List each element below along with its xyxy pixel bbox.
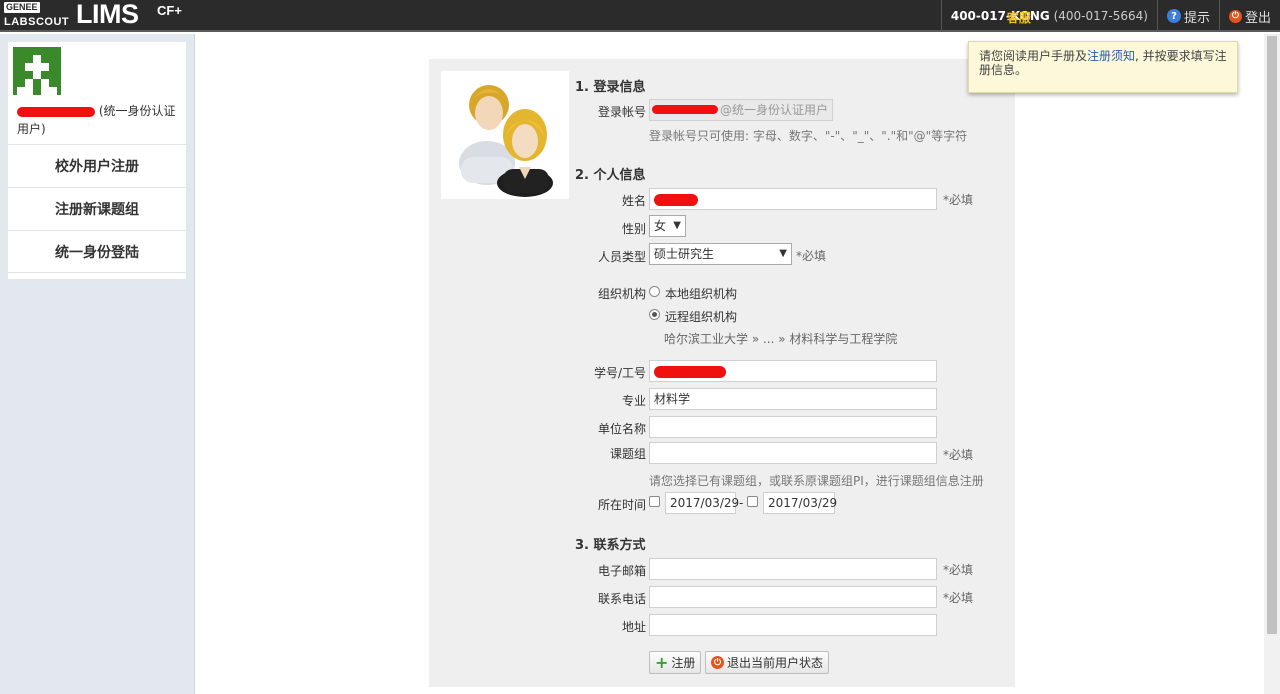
section-login-title: 1. 登录信息 [575,80,646,95]
section-personal-title: 2. 个人信息 [575,168,646,183]
user-illustration [441,71,569,199]
notice-tooltip: 请您阅读用户手册及注册须知, 并按要求填写注册信息。 [968,41,1238,93]
gender-value: 女 [654,219,667,233]
unit-label: 单位名称 [597,422,646,436]
help-label: 提示 [1183,10,1210,26]
section-contact-title: 3. 联系方式 [575,538,646,553]
phone-label: 联系电话 [597,592,646,606]
logout-label: 登出 [1244,10,1271,26]
sidebar-item-unified-login[interactable]: 统一身份登陆 [8,230,186,273]
hotline: 客服 400-017-KONG (400-017-5664) [942,9,1157,25]
org-remote-radio[interactable] [649,309,660,320]
email-label: 电子邮箱 [597,564,646,578]
address-input[interactable] [649,614,937,636]
avatar[interactable] [13,47,61,95]
major-label: 专业 [621,394,646,408]
redacted-name [654,194,698,206]
hotline-label: 客服 [1006,11,1031,25]
logo-lims-text: LIMS [76,0,139,29]
time-end-checkbox[interactable] [747,496,758,507]
help-button[interactable]: ? 提示 [1158,7,1219,26]
type-label: 人员类型 [597,250,646,264]
top-bar: GENEE LABSCOUT LIMS CF+ 客服 400-017-KONG … [0,0,1280,32]
time-start-checkbox[interactable] [649,496,660,507]
org-local-label[interactable]: 本地组织机构 [665,285,737,302]
sidebar-card: (统一身份认证用户) 校外用户注册 注册新课题组 统一身份登陆 [8,42,186,279]
org-path[interactable]: 哈尔滨工业大学 » ... » 材料科学与工程学院 [664,330,897,347]
sidebar-item-external-register[interactable]: 校外用户注册 [8,144,186,187]
time-label: 所在时间 [597,498,646,512]
logout-button[interactable]: ⏻ 登出 [1220,7,1280,26]
power-icon: ⏻ [1228,9,1242,23]
power-icon: ⏻ [711,656,724,669]
time-start-input[interactable]: 2017/03/29 [665,492,739,514]
account-label: 登录帐号 [597,105,646,119]
chevron-down-icon: ▼ [673,220,681,231]
chevron-down-icon: ▼ [779,248,787,259]
gender-select[interactable]: 女 ▼ [649,215,686,237]
phone-input[interactable] [649,586,937,608]
account-suffix: @统一身份认证用户 [720,103,829,117]
major-input[interactable]: 材料学 [649,388,937,410]
account-hint: 登录帐号只可使用: 字母、数字、"-"、"_"、"."和"@"等字符 [649,129,968,143]
logo-labscout-text: LABSCOUT [4,16,70,28]
phone-required: *必填 [943,591,974,605]
name-label: 姓名 [621,194,646,208]
tooltip-prefix: 请您阅读用户手册及 [979,49,1088,63]
logo-cf-text: CF+ [157,3,182,18]
group-required: *必填 [943,448,974,462]
address-label: 地址 [621,620,646,634]
id-label: 学号/工号 [593,366,646,380]
group-hint: 请您选择已有课题组，或联系原课题组PI，进行课题组信息注册 [649,474,984,488]
email-required: *必填 [943,563,974,577]
page-scrollbar[interactable] [1264,34,1280,694]
help-icon: ? [1166,9,1181,23]
logo-genee-text: GENEE [4,2,40,13]
gender-label: 性别 [621,222,646,236]
group-input[interactable] [649,442,937,464]
sidebar-menu: 校外用户注册 注册新课题组 统一身份登陆 [8,144,186,273]
hotline-digits: (400-017-5664) [1053,9,1148,23]
type-select[interactable]: 硕士研究生 ▼ [649,243,792,265]
type-required: *必填 [796,249,827,263]
id-input[interactable] [649,360,937,382]
users-icon [459,85,553,197]
org-local-radio[interactable] [649,286,660,297]
account-input[interactable]: @统一身份认证用户 [649,99,833,121]
redacted-id [654,366,726,378]
time-dash: - [739,496,744,510]
email-input[interactable] [649,558,937,580]
redacted-username [17,106,95,117]
org-label: 组织机构 [597,287,646,301]
name-input[interactable] [649,188,937,210]
redacted-account [652,105,718,114]
group-label: 课题组 [609,447,646,461]
type-value: 硕士研究生 [654,247,715,261]
exit-user-button[interactable]: ⏻ 退出当前用户状态 [705,651,830,674]
exit-user-label: 退出当前用户状态 [727,656,824,670]
scrollbar-thumb[interactable] [1267,36,1277,634]
unit-input[interactable] [649,416,937,438]
org-remote-label[interactable]: 远程组织机构 [665,308,737,325]
register-button[interactable]: + 注册 [649,651,702,674]
sidebar-item-register-group[interactable]: 注册新课题组 [8,187,186,230]
time-end-input[interactable]: 2017/03/29 [763,492,837,514]
registration-notice-link[interactable]: 注册须知 [1087,49,1135,63]
sidebar-user-name: (统一身份认证用户) [17,102,182,138]
name-required: *必填 [943,193,974,207]
register-label: 注册 [671,656,696,670]
plus-icon: + [655,652,669,672]
